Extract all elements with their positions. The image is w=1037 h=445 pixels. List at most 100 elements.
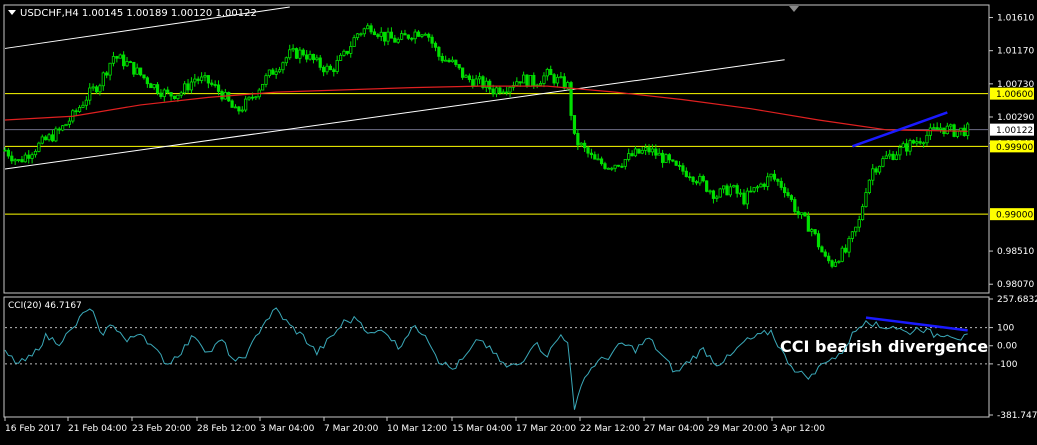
candle-body [562,76,566,89]
candle-body [488,80,492,90]
x-axis-label: 16 Feb 2017 [5,424,61,434]
candle-body [525,74,529,87]
candle-body [498,87,502,94]
candle-body [267,69,271,77]
candle-body [579,142,583,146]
candle-body [315,57,319,61]
candle-body [406,34,410,39]
candle-body [599,158,604,165]
candle-body [33,151,38,156]
candle-body [271,69,275,75]
candle-body [328,65,333,71]
candle-body [376,34,380,37]
candle-body [332,69,336,72]
candle-body [610,167,614,170]
candle-body [654,148,658,156]
candle-body [871,168,875,181]
candle-body [722,185,726,190]
x-axis-label: 22 Mar 12:00 [580,424,640,434]
candle-body [528,74,532,87]
candle-body [467,75,471,80]
candle-body [728,186,732,196]
candle-body [545,68,549,77]
candle-body [216,84,221,92]
candle-body [74,110,78,113]
candle-body [67,120,72,125]
candle-body [705,180,709,192]
candle-body [206,75,210,84]
candle-body [40,136,44,144]
candle-body [766,176,770,187]
candle-body [318,57,322,68]
candle-body [162,89,166,97]
candle-body [698,175,702,184]
candle-body [844,247,848,253]
candle-body [261,83,265,91]
x-axis-label: 7 Mar 20:00 [324,424,379,434]
candle-body [860,206,865,220]
candle-body [827,255,831,262]
candle-body [806,215,810,232]
candle-body [928,127,932,136]
candle-body [552,74,556,84]
chart-area: USDCHF,H4 1.00145 1.00189 1.00120 1.0012… [0,0,1037,441]
candle-body [81,104,85,108]
candle-body [606,167,610,170]
candle-body [711,190,716,199]
candle-body [447,59,451,63]
candle-body [366,25,370,30]
current-price-label: 1.00122 [996,126,1033,136]
candle-body [305,54,309,60]
candle-body [718,188,722,198]
price-axis-label: 0.98510 [997,247,1034,257]
candle-body [932,127,936,129]
candle-body [220,91,224,100]
candle-body [342,50,346,56]
candle-body [264,75,268,85]
candle-body [901,143,905,148]
candle-body [369,25,373,33]
candle-body [789,195,794,200]
candle-body [301,49,305,56]
candle-body [684,170,688,178]
candle-body [474,78,478,87]
candle-body [94,86,99,93]
candle-body [837,260,841,263]
candle-body [925,134,929,144]
candle-body [908,140,912,152]
candle-body [298,49,302,59]
candle-body [650,148,655,153]
x-axis-label: 27 Mar 04:00 [644,424,704,434]
candle-body [477,76,482,80]
candle-body [515,81,519,86]
candle-body [379,31,383,37]
candle-body [16,159,21,161]
candle-body [616,164,621,167]
candle-body [233,106,238,109]
candle-body [823,251,827,257]
candle-body [308,53,312,60]
candle-body [430,36,434,44]
candle-body [311,53,316,61]
candle-body [227,92,231,102]
candle-body [132,61,136,75]
candle-body [647,147,651,153]
candle-body [210,82,214,85]
candle-body [189,81,194,91]
candle-body [538,83,543,86]
candle-body [244,98,248,111]
candle-body [454,59,458,65]
candle-body [166,89,170,93]
candle-body [172,95,177,100]
candle-body [586,147,590,154]
candle-body [888,153,892,157]
candle-body [857,219,861,228]
candle-body [884,155,888,160]
cci-title: CCI(20) 46.7167 [8,301,82,311]
candle-body [966,123,970,137]
candle-body [603,163,607,169]
candle-body [522,74,526,84]
candle-body [138,67,143,76]
candle-body [949,124,953,127]
candle-body [396,38,400,43]
